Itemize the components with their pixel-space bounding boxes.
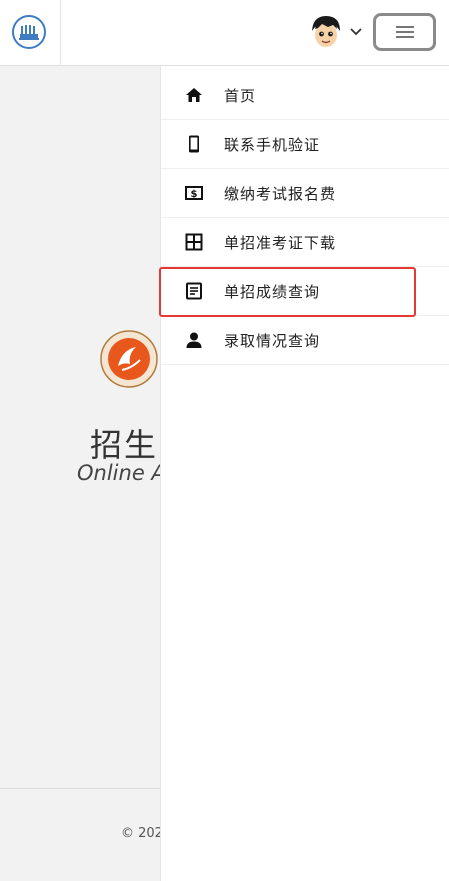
user-avatar-icon[interactable]: [307, 13, 345, 51]
menu-item-label: 联系手机验证: [224, 136, 321, 154]
menu-item-phone-verify[interactable]: 联系手机验证: [161, 120, 449, 169]
hamburger-line: [396, 26, 414, 28]
copyright-text: © 202: [121, 826, 163, 841]
menu-item-admission-status[interactable]: 录取情况查询: [161, 316, 449, 365]
page-subtitle: Online A: [77, 461, 166, 485]
highlight-box: [159, 267, 416, 317]
logo-container[interactable]: [0, 0, 61, 65]
menu-item-home[interactable]: 首页: [161, 71, 449, 120]
menu-item-label: 录取情况查询: [224, 332, 321, 350]
menu-item-admission-ticket[interactable]: 单招准考证下载: [161, 218, 449, 267]
payment-icon: $: [185, 186, 203, 200]
chevron-down-icon[interactable]: [350, 27, 362, 37]
footer-divider: [0, 788, 160, 789]
mobile-phone-icon: [189, 135, 199, 153]
menu-item-pay-fee[interactable]: $ 缴纳考试报名费: [161, 169, 449, 218]
home-icon: [186, 88, 202, 102]
menu-item-label: 首页: [224, 87, 257, 105]
menu-item-label: 单招准考证下载: [224, 234, 337, 252]
hamburger-line: [396, 31, 414, 33]
grid-icon: [185, 233, 203, 251]
hamburger-menu-button[interactable]: [373, 13, 436, 51]
school-emblem-icon: [100, 330, 158, 388]
page-title: 招生·: [90, 426, 171, 464]
menu-item-label: 缴纳考试报名费: [224, 185, 337, 203]
user-menu[interactable]: [307, 13, 365, 51]
person-icon: [186, 332, 202, 348]
school-logo-icon[interactable]: [12, 15, 46, 49]
hamburger-line: [396, 36, 414, 38]
svg-text:$: $: [191, 189, 198, 200]
nav-dropdown-menu: 首页 联系手机验证 $ 缴纳考试报名费 单招准考证下载 单招成绩查询 录取情况查…: [160, 66, 449, 881]
top-bar: [0, 0, 449, 66]
